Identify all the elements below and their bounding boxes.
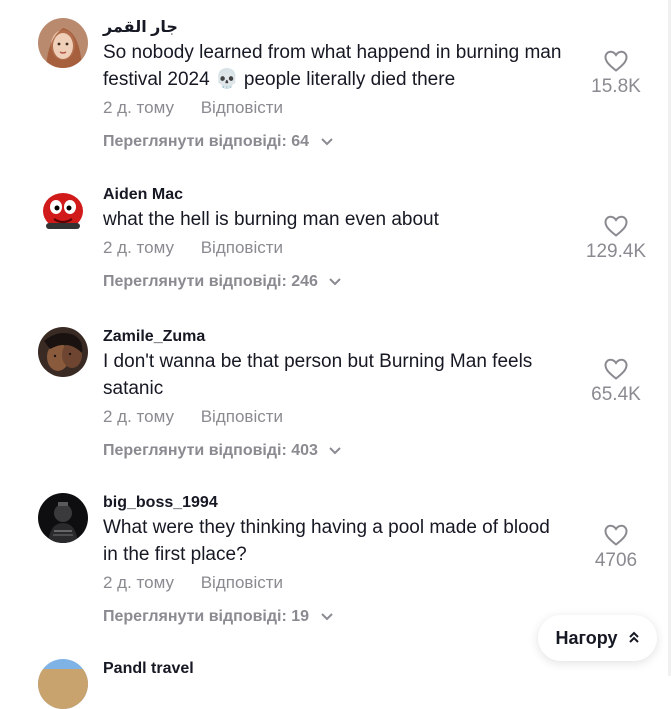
reply-button[interactable]: Відповісти — [201, 407, 283, 426]
chevron-down-icon — [328, 440, 342, 462]
comment-text: What were they thinking having a pool ma… — [103, 517, 550, 565]
heart-outline-icon[interactable] — [603, 214, 629, 238]
avatar[interactable] — [38, 327, 88, 377]
view-replies-button[interactable]: Переглянути відповіді: 246 — [103, 271, 342, 293]
comment-time: 2 д. тому — [103, 407, 174, 426]
view-replies-label: Переглянути відповіді: 403 — [103, 442, 318, 460]
comment-text: I don't wanna be that person but Burning… — [103, 351, 533, 399]
like-area: 129.4K — [586, 214, 646, 264]
like-count: 4706 — [594, 550, 638, 571]
view-replies-button[interactable]: Переглянути відповіді: 19 — [103, 606, 334, 628]
reply-button[interactable]: Відповісти — [201, 573, 283, 592]
comment-username[interactable]: big_boss_1994 — [103, 493, 583, 513]
avatar[interactable] — [38, 659, 88, 709]
chevron-down-icon — [328, 271, 342, 293]
like-area: 4706 — [586, 523, 646, 573]
reply-button[interactable]: Відповісти — [201, 238, 283, 257]
view-replies-button[interactable]: Переглянути відповіді: 403 — [103, 440, 342, 462]
comment-username[interactable]: Pandl travel — [103, 659, 583, 679]
like-count: 15.8K — [591, 76, 641, 97]
view-replies-button[interactable]: Переглянути відповіді: 64 — [103, 131, 334, 153]
like-area: 15.8K — [586, 49, 646, 99]
avatar[interactable] — [38, 18, 88, 68]
reply-button[interactable]: Відповісти — [201, 98, 283, 117]
back-to-top-label: Нагору — [555, 627, 618, 648]
back-to-top-button[interactable]: Нагору — [538, 615, 657, 661]
view-replies-label: Переглянути відповіді: 246 — [103, 273, 318, 291]
heart-outline-icon[interactable] — [603, 523, 629, 547]
comment-time: 2 д. тому — [103, 98, 174, 117]
avatar[interactable] — [38, 185, 88, 235]
comment-text: what the hell is burning man even about — [103, 209, 439, 230]
chevron-down-icon — [320, 131, 334, 153]
comment-username[interactable]: Aiden Mac — [103, 185, 583, 205]
like-count: 129.4K — [585, 241, 647, 262]
comment-username[interactable]: جار القمر — [103, 18, 583, 38]
view-replies-label: Переглянути відповіді: 19 — [103, 608, 310, 626]
comment-time: 2 д. тому — [103, 238, 174, 257]
avatar[interactable] — [38, 493, 88, 543]
chevron-down-icon — [320, 606, 334, 628]
like-area: 65.4K — [586, 357, 646, 407]
heart-outline-icon[interactable] — [603, 357, 629, 381]
view-replies-label: Переглянути відповіді: 64 — [103, 133, 310, 151]
double-chevron-up-icon — [628, 628, 640, 649]
comment-time: 2 д. тому — [103, 573, 174, 592]
heart-outline-icon[interactable] — [603, 49, 629, 73]
comment-username[interactable]: Zamile_Zuma — [103, 327, 583, 347]
comment-text: So nobody learned from what happend in b… — [103, 42, 562, 90]
like-count: 65.4K — [591, 384, 641, 405]
